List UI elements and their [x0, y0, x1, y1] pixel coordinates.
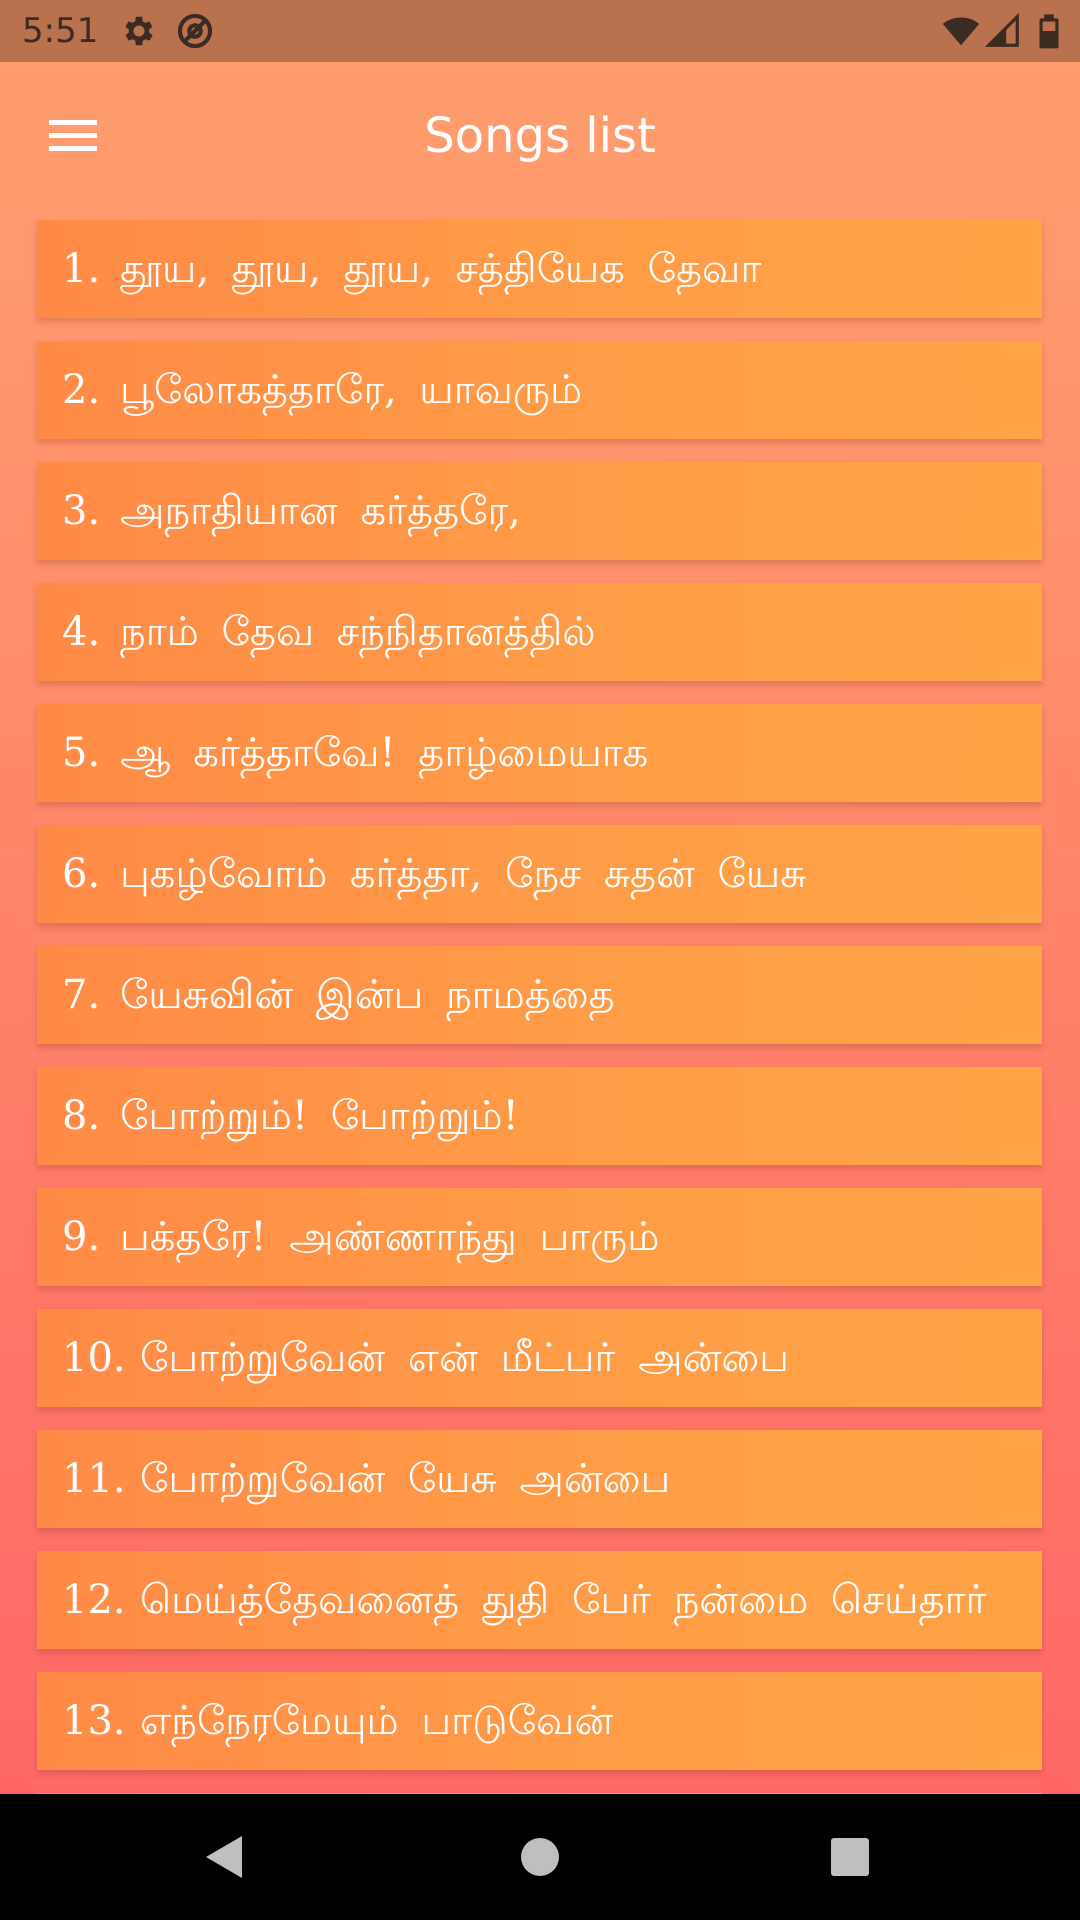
song-number: 13. — [62, 1698, 126, 1744]
song-item-12[interactable]: 12. மெய்த்தேவனைத் துதி பேர் நன்மை செய்தா… — [37, 1551, 1042, 1649]
home-button[interactable] — [505, 1822, 575, 1892]
song-number: 6. — [62, 851, 101, 897]
song-number: 9. — [62, 1214, 101, 1260]
song-number: 5. — [62, 730, 101, 776]
app-bar: Songs list — [0, 62, 1080, 212]
song-item-1[interactable]: 1. தூய, தூய, தூய, சத்தியேக தேவா — [37, 220, 1042, 318]
page-title: Songs list — [424, 108, 656, 164]
home-circle-icon — [521, 1838, 559, 1876]
status-bar: 5:51 — [0, 0, 1080, 62]
song-title: போற்றுவேன் யேசு அன்பை — [140, 1456, 671, 1502]
screen: 5:51 Songs list 1. தூய, தூய, தூய, சத்திய… — [0, 0, 1080, 1920]
song-item-3[interactable]: 3. அநாதியான கர்த்தரே, — [37, 462, 1042, 560]
song-number: 11. — [62, 1456, 126, 1502]
back-button[interactable] — [190, 1822, 260, 1892]
navigation-bar — [0, 1794, 1080, 1920]
song-number: 3. — [62, 488, 101, 534]
song-title: அநாதியான கர்த்தரே, — [120, 488, 521, 534]
song-item-6[interactable]: 6. புகழ்வோம் கர்த்தா, நேச சுதன் யேசு — [37, 825, 1042, 923]
song-item-5[interactable]: 5. ஆ கர்த்தாவே! தாழ்மையாக — [37, 704, 1042, 802]
song-title: மெய்த்தேவனைத் துதி பேர் நன்மை செய்தார் — [140, 1577, 987, 1623]
vpn-at-icon — [177, 13, 213, 49]
song-title: போற்றும்! போற்றும்! — [120, 1093, 519, 1139]
song-number: 10. — [62, 1335, 126, 1381]
song-item-11[interactable]: 11. போற்றுவேன் யேசு அன்பை — [37, 1430, 1042, 1528]
song-title: போற்றுவேன் என் மீட்பர் அன்பை — [140, 1335, 790, 1381]
song-item-2[interactable]: 2. பூலோகத்தாரே, யாவரும் — [37, 341, 1042, 439]
song-title: நாம் தேவ சந்நிதானத்தில் — [120, 609, 596, 655]
song-item-10[interactable]: 10. போற்றுவேன் என் மீட்பர் அன்பை — [37, 1309, 1042, 1407]
song-item-7[interactable]: 7. யேசுவின் இன்ப நாமத்தை — [37, 946, 1042, 1044]
song-title: தூய, தூய, தூய, சத்தியேக தேவா — [120, 246, 762, 292]
song-number: 12. — [62, 1577, 126, 1623]
song-number: 2. — [62, 367, 101, 413]
song-number: 1. — [62, 246, 101, 292]
song-item-9[interactable]: 9. பக்தரே! அண்ணாந்து பாரும் — [37, 1188, 1042, 1286]
recents-square-icon — [831, 1838, 869, 1876]
song-item-13[interactable]: 13. எந்நேரமேயும் பாடுவேன் — [37, 1672, 1042, 1770]
song-title: புகழ்வோம் கர்த்தா, நேச சுதன் யேசு — [120, 851, 807, 897]
song-title: ஆ கர்த்தாவே! தாழ்மையாக — [120, 730, 649, 776]
back-triangle-icon — [206, 1836, 242, 1878]
battery-icon — [1039, 14, 1059, 49]
song-title: யேசுவின் இன்ப நாமத்தை — [120, 972, 615, 1018]
status-time: 5:51 — [22, 11, 99, 51]
song-title: பக்தரே! அண்ணாந்து பாரும் — [120, 1214, 660, 1260]
song-number: 4. — [62, 609, 101, 655]
settings-gear-icon — [125, 16, 153, 46]
song-item-8[interactable]: 8. போற்றும்! போற்றும்! — [37, 1067, 1042, 1165]
song-title: எந்நேரமேயும் பாடுவேன் — [140, 1698, 614, 1744]
recents-button[interactable] — [815, 1822, 885, 1892]
song-list[interactable]: 1. தூய, தூய, தூய, சத்தியேக தேவா 2. பூலோக… — [0, 220, 1080, 1794]
song-item-4[interactable]: 4. நாம் தேவ சந்நிதானத்தில் — [37, 583, 1042, 681]
song-number: 7. — [62, 972, 101, 1018]
song-number: 8. — [62, 1093, 101, 1139]
wifi-icon — [942, 17, 980, 46]
cellular-signal-icon — [984, 12, 1019, 47]
song-title: பூலோகத்தாரே, யாவரும் — [120, 367, 583, 413]
